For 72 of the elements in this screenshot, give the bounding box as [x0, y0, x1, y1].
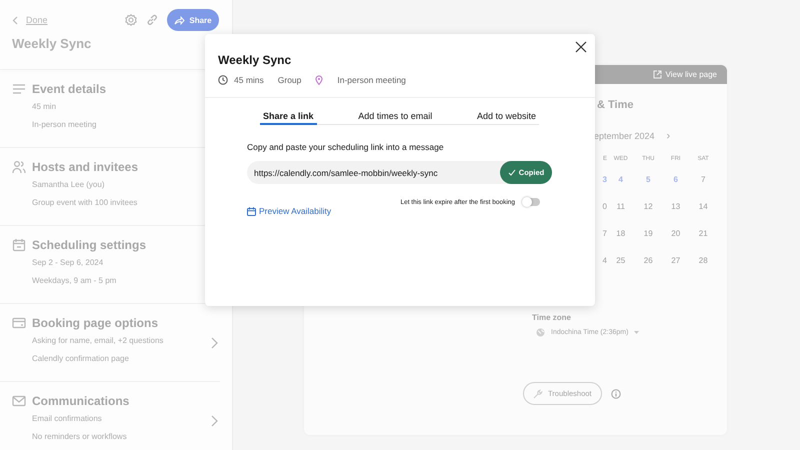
- section-title[interactable]: Scheduling settings: [32, 236, 204, 254]
- calendar-day: 0: [597, 193, 607, 220]
- people-icon: [12, 160, 26, 174]
- list-icon: [12, 82, 26, 96]
- calendar-day: 25: [607, 247, 634, 274]
- calendar-day: 14: [690, 193, 717, 220]
- month-label: eptember 2024: [594, 130, 655, 142]
- info-icon[interactable]: [610, 388, 620, 398]
- calendar-day: 18: [607, 220, 634, 247]
- available-day[interactable]: 4: [607, 166, 634, 193]
- section-detail: No reminders or workflows: [32, 431, 128, 443]
- settings-icon[interactable]: [125, 14, 137, 26]
- calendar-day: 12: [634, 193, 662, 220]
- section-title[interactable]: Event details: [32, 80, 204, 98]
- back-link[interactable]: Done: [12, 15, 116, 25]
- section-detail: 45 min: [32, 101, 58, 113]
- chevron-right-icon[interactable]: [211, 337, 218, 349]
- card-icon: [12, 316, 26, 330]
- tab[interactable]: Add times to email: [355, 111, 436, 125]
- checkmark-icon: [508, 169, 516, 176]
- back-chevron-icon: [12, 16, 18, 24]
- section-detail: Group event with 100 invitees: [32, 197, 138, 209]
- available-day[interactable]: 3: [597, 166, 607, 193]
- calendar-day: 21: [690, 220, 717, 247]
- instruction-text: Copy and paste your scheduling link into a message: [247, 141, 445, 153]
- duration-label: 45 mins: [234, 74, 264, 86]
- section-title[interactable]: Booking page options: [32, 314, 204, 332]
- next-month-button[interactable]: ›: [666, 130, 670, 142]
- view-live-link[interactable]: View live page: [652, 70, 717, 79]
- calendar-day: 4: [597, 247, 607, 274]
- section-detail: Samantha Lee (you): [32, 179, 106, 191]
- section-detail: Email confirmations: [32, 413, 103, 425]
- calendar-day: 11: [607, 193, 634, 220]
- dropdown-caret-icon: [634, 330, 640, 334]
- calendar-day: 13: [662, 193, 690, 220]
- available-day[interactable]: 6: [662, 166, 690, 193]
- share-arrow-icon: [174, 16, 186, 24]
- close-icon[interactable]: [575, 41, 587, 53]
- calendar-day: 7: [690, 166, 717, 193]
- envelope-icon: [12, 394, 26, 408]
- clock-icon: [218, 75, 228, 85]
- preview-availability-link[interactable]: Preview Availability: [247, 206, 332, 216]
- calendar-day: 27: [662, 247, 690, 274]
- event-type-label: Group: [278, 74, 302, 86]
- calendar-day: 28: [690, 247, 717, 274]
- section-detail: Asking for name, email, +2 questions: [32, 335, 164, 347]
- section-detail: Calendly confirmation page: [32, 353, 130, 365]
- section-title[interactable]: Hosts and invitees: [32, 158, 204, 176]
- section-title[interactable]: Communications: [32, 392, 204, 410]
- calendar-day: 7: [597, 220, 607, 247]
- calendar-day: 19: [634, 220, 662, 247]
- wrench-icon: [533, 388, 543, 398]
- external-link-icon: [652, 70, 662, 79]
- calendar-icon: [247, 206, 256, 216]
- location-pin-icon: [315, 75, 324, 85]
- location-label: In-person meeting: [337, 74, 406, 86]
- section-detail: Weekdays, 9 am - 5 pm: [32, 275, 118, 287]
- chevron-right-icon[interactable]: [211, 415, 218, 427]
- available-day[interactable]: 5: [634, 166, 662, 193]
- calendar-heading: & Time: [597, 98, 634, 113]
- calendar-day: 26: [634, 247, 662, 274]
- globe-icon: [536, 328, 545, 337]
- calendar-day: 20: [662, 220, 690, 247]
- calendar-icon: [12, 238, 26, 252]
- link-icon[interactable]: [146, 14, 158, 26]
- section-detail: In-person meeting: [32, 119, 98, 131]
- share-button[interactable]: Share: [167, 9, 219, 31]
- section-detail: Sep 2 - Sep 6, 2024: [32, 257, 104, 269]
- tab[interactable]: Share a link: [260, 111, 317, 125]
- tab[interactable]: Add to website: [474, 111, 539, 125]
- time-zone-label: Time zone: [532, 312, 572, 324]
- expire-toggle[interactable]: [523, 198, 540, 206]
